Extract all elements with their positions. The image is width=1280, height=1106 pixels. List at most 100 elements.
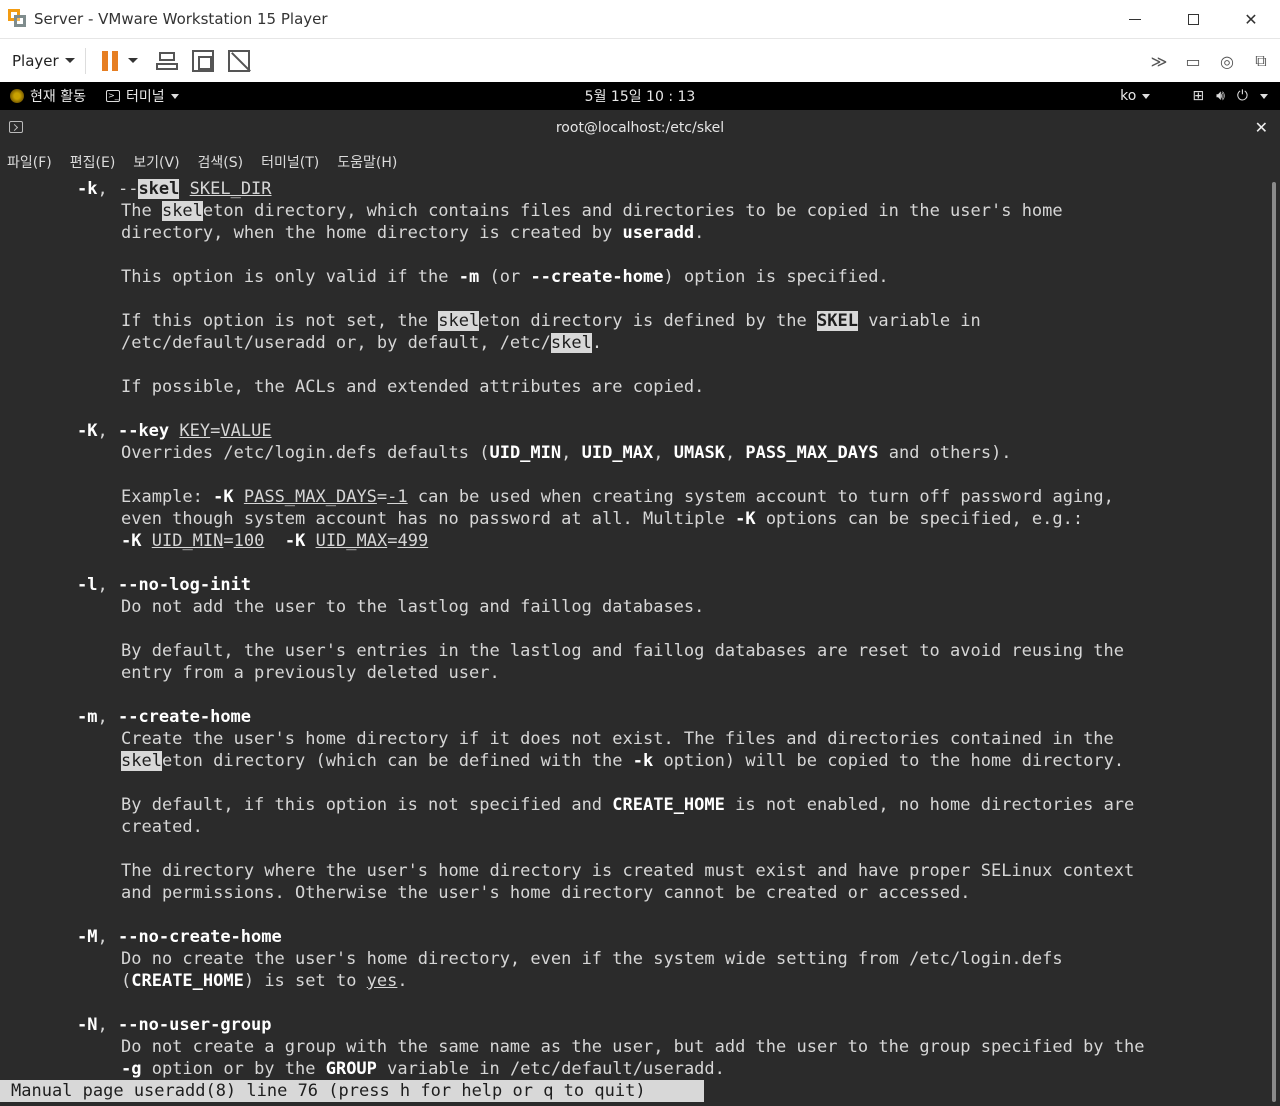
send-ctrl-alt-del-button[interactable]: [155, 50, 178, 72]
manpage-line: Do not create a group with the same name…: [0, 1036, 1268, 1058]
app-menu-button[interactable]: >_ 터미널: [105, 86, 179, 106]
manpage-line: If this option is not set, the skeleton …: [0, 310, 1268, 332]
manpage-text-segment: GROUP: [325, 1059, 377, 1079]
manpage-text-segment: 100: [233, 531, 265, 551]
manpage-text-segment: skel: [161, 201, 203, 221]
menu-view[interactable]: 보기(V): [133, 152, 179, 172]
manpage-text-segment: variable in /etc/default/useradd.: [376, 1059, 725, 1079]
activities-button[interactable]: 현재 활동: [10, 86, 86, 106]
manpage-text-segment: Do not create a group with the same name…: [121, 1037, 1145, 1057]
manpage-text-segment: -1: [387, 487, 408, 507]
manpage-line: [0, 398, 1268, 420]
manpage-text-segment: UID_MIN: [489, 443, 562, 463]
chevron-down-icon: [1142, 93, 1151, 99]
manpage-text-segment: Example:: [121, 487, 214, 507]
manpage-line: [0, 992, 1268, 1014]
terminal-scrollbar[interactable]: [1268, 178, 1280, 1106]
app-menu-label: 터미널: [125, 89, 165, 105]
manpage-line: even though system account has no passwo…: [0, 508, 1268, 530]
manpage-line: The directory where the user's home dire…: [0, 860, 1268, 882]
chevron-down-icon: [170, 93, 179, 99]
input-language-button[interactable]: ko: [1120, 88, 1151, 104]
manpage-text-segment: skel: [550, 333, 592, 353]
chevron-down-icon: [64, 58, 75, 63]
manpage-text-segment: (or: [479, 267, 531, 287]
manpage-text-segment: ,: [97, 575, 118, 595]
manpage-text-segment: /etc/default/useradd or, by default, /et…: [121, 333, 551, 353]
chevron-down-icon: [1260, 93, 1268, 99]
menu-edit[interactable]: 편집(E): [70, 152, 116, 172]
manpage-text-segment: -K: [77, 421, 98, 441]
player-menu-button[interactable]: Player: [12, 52, 75, 70]
manpage-line: [0, 904, 1268, 926]
system-tray: ko ⊞ 🔊︎ ⏻: [1120, 82, 1268, 110]
close-icon: ✕: [1244, 9, 1258, 29]
menu-file[interactable]: 파일(F): [7, 152, 52, 172]
manpage-text-segment: The: [121, 201, 162, 221]
manpage-line: By default, if this option is not specif…: [0, 794, 1268, 816]
manpage-text-segment: -l: [77, 575, 98, 595]
scrollbar-thumb[interactable]: [1272, 182, 1276, 1102]
network-adapter-icon[interactable]: ⧉: [1250, 51, 1272, 71]
pause-button[interactable]: [101, 50, 118, 71]
manpage-text-segment: .: [591, 333, 603, 353]
terminal-menubar: 파일(F) 편집(E) 보기(V) 검색(S) 터미널(T) 도움말(H): [0, 146, 1280, 178]
manpage-text-segment: VALUE: [220, 421, 272, 441]
manpage-text-segment: The directory where the user's home dire…: [121, 861, 1135, 881]
hard-disk-icon[interactable]: ▭: [1182, 51, 1204, 71]
minimize-button[interactable]: [1106, 0, 1164, 38]
terminal-menu-icon[interactable]: [9, 121, 23, 133]
manpage-text-segment: option) will be copied to the home direc…: [653, 751, 1125, 771]
manpage-text-segment: can be used when creating system account…: [407, 487, 1114, 507]
manpage-text-segment: If possible, the ACLs and extended attri…: [121, 377, 705, 397]
manpage-text-segment: variable in: [857, 311, 981, 331]
manpage-text-segment: PASS_MAX_DAYS: [745, 443, 879, 463]
manpage-line: directory, when the home directory is cr…: [0, 222, 1268, 244]
manpage-line: -g option or by the GROUP variable in /e…: [0, 1058, 1268, 1080]
manpage-line: [0, 772, 1268, 794]
manpage-text-segment: -K: [121, 531, 142, 551]
manpage-text-segment: By default, if this option is not specif…: [121, 795, 613, 815]
manpage-text-segment: KEY: [179, 421, 211, 441]
manpage-text-segment: directory, when the home directory is cr…: [121, 223, 623, 243]
manpage-text-segment: SKEL: [817, 311, 858, 331]
unity-button[interactable]: [227, 49, 250, 72]
manpage-line: If possible, the ACLs and extended attri…: [0, 376, 1268, 398]
maximize-button[interactable]: [1164, 0, 1222, 38]
gnome-top-bar: 현재 활동 >_ 터미널 5월 15일 10 : 13 ko ⊞ 🔊︎ ⏻: [0, 82, 1280, 110]
manpage-text-segment: --create-home: [117, 707, 252, 727]
manpage-line: [0, 838, 1268, 860]
manpage-text-segment: even though system account has no passwo…: [121, 509, 736, 529]
menu-terminal[interactable]: 터미널(T): [261, 152, 319, 172]
menu-search[interactable]: 검색(S): [198, 152, 244, 172]
fullscreen-button[interactable]: [191, 49, 214, 72]
window-title: Server - VMware Workstation 15 Player: [34, 10, 328, 28]
more-devices-icon[interactable]: ≫: [1148, 51, 1170, 71]
vmware-logo-icon: [8, 9, 28, 29]
terminal-output[interactable]: -k, --skel SKEL_DIR The skeleton director…: [0, 178, 1268, 1106]
pause-dropdown-icon[interactable]: [127, 58, 138, 63]
manpage-line: -m, --create-home: [0, 706, 1268, 728]
menu-help[interactable]: 도움말(H): [337, 152, 397, 172]
window-controls: ✕: [1106, 0, 1280, 38]
cd-rom-icon[interactable]: ◎: [1216, 51, 1238, 71]
manpage-text-segment: [141, 531, 151, 551]
manpage-line: Overrides /etc/login.defs defaults (UID_…: [0, 442, 1268, 464]
terminal-close-button[interactable]: ✕: [1255, 118, 1268, 137]
manpage-text-segment: Do not add the user to the lastlog and f…: [121, 597, 705, 617]
manpage-text-segment: and others).: [878, 443, 1012, 463]
close-button[interactable]: ✕: [1222, 0, 1280, 38]
clock-label[interactable]: 5월 15일 10 : 13: [585, 89, 696, 105]
manpage-text-segment: useradd: [622, 223, 695, 243]
manpage-text-segment: UID_MIN: [151, 531, 224, 551]
manpage-text-segment: ,: [97, 421, 118, 441]
manpage-text-segment: 499: [397, 531, 429, 551]
manpage-text: -k, --skel SKEL_DIR The skeleton director…: [0, 178, 1268, 1080]
system-menu-button[interactable]: ⊞ 🔊︎ ⏻: [1192, 88, 1268, 104]
manpage-text-segment: options can be specified, e.g.:: [755, 509, 1084, 529]
manpage-line: [0, 244, 1268, 266]
activities-label: 현재 활동: [30, 89, 86, 105]
manpage-line: [0, 354, 1268, 376]
terminal-title: root@localhost:/etc/skel: [555, 120, 725, 136]
manpage-text-segment: ,: [724, 443, 746, 463]
